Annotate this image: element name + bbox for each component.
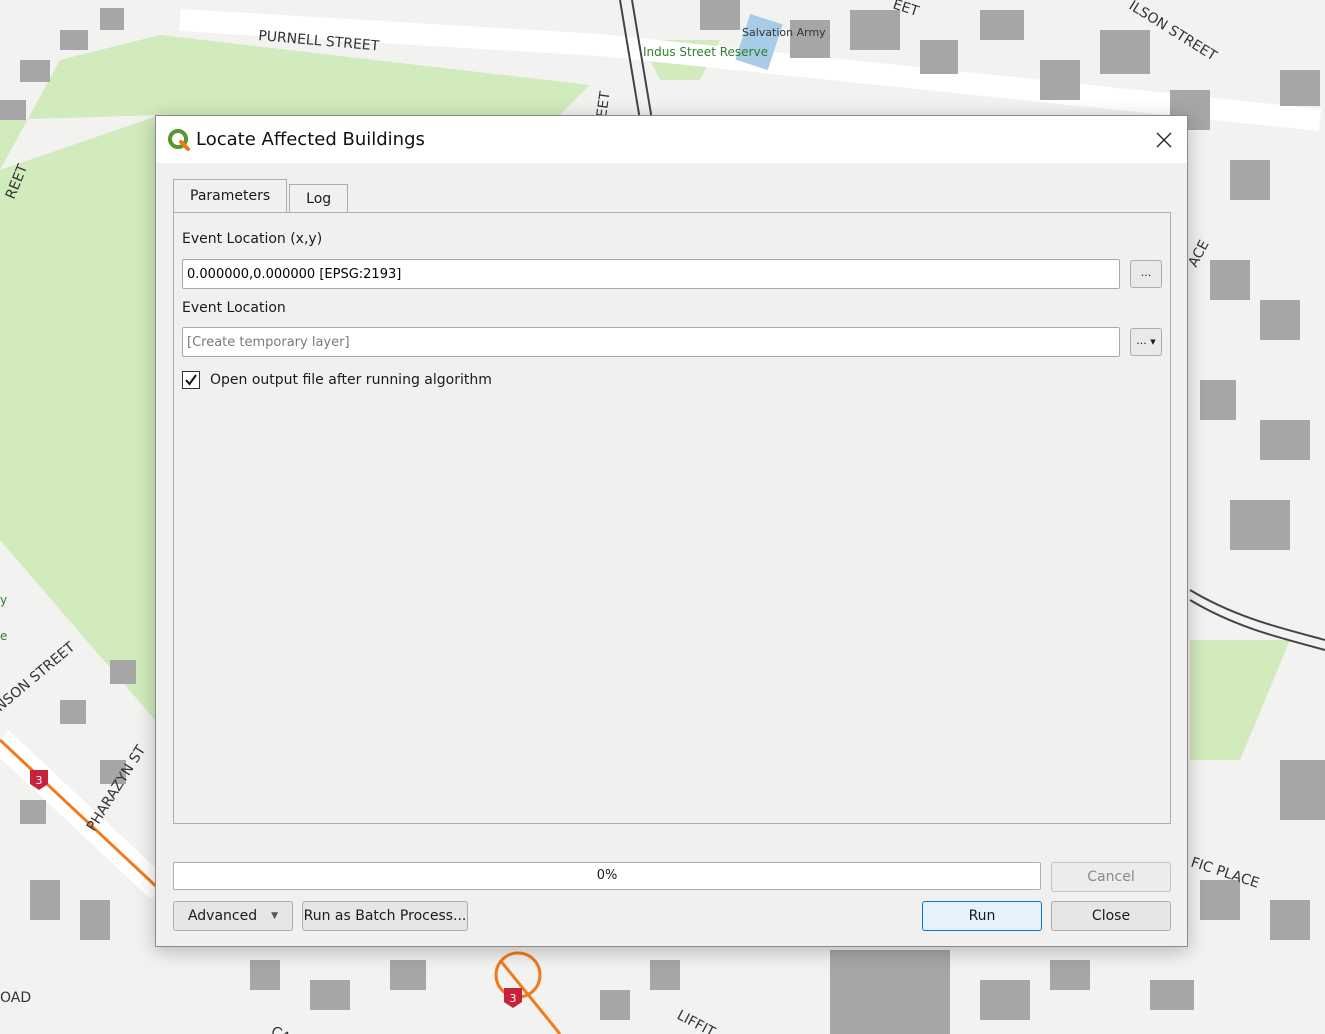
event-location-xy-label: Event Location (x,y) [182, 231, 323, 247]
event-location-xy-input[interactable] [182, 259, 1120, 289]
close-icon [1156, 132, 1172, 147]
tab-bar: Parameters Log [173, 179, 350, 212]
tab-log-label: Log [306, 190, 332, 207]
run-button[interactable]: Run [922, 901, 1042, 931]
map-street-label: OAD [0, 990, 31, 1006]
qgis-logo-icon [168, 128, 190, 151]
advanced-label: Advanced [187, 908, 258, 924]
advanced-button[interactable]: Advanced ▼ [173, 901, 293, 931]
open-output-checkbox[interactable] [182, 371, 200, 389]
parameters-panel: Event Location (x,y) ... Event Location … [173, 212, 1171, 824]
event-location-label: Event Location [182, 300, 286, 316]
run-as-batch-button[interactable]: Run as Batch Process... [302, 901, 468, 931]
checkmark-icon [185, 374, 197, 386]
svg-text:3: 3 [510, 992, 517, 1005]
event-location-xy-browse-button[interactable]: ... [1130, 260, 1162, 288]
map-poi-label: Indus Street Reserve [643, 45, 768, 59]
close-button[interactable]: Close [1051, 901, 1171, 931]
open-output-label: Open output file after running algorithm [210, 372, 492, 388]
output-browse-label: ... [1136, 334, 1147, 347]
map-poi-label: y [0, 593, 7, 607]
cancel-button[interactable]: Cancel [1051, 862, 1171, 892]
event-location-output-input[interactable] [182, 327, 1120, 357]
chevron-down-icon: ▼ [1150, 338, 1156, 346]
tab-log[interactable]: Log [289, 184, 349, 212]
svg-text:3: 3 [36, 774, 43, 787]
locate-affected-buildings-dialog: Locate Affected Buildings Parameters Log… [155, 115, 1188, 947]
tab-parameters-label: Parameters [190, 188, 271, 204]
map-poi-label: e [0, 629, 7, 643]
map-poi-label: Salvation Army [742, 26, 826, 39]
event-location-output-menu-button[interactable]: ... ▼ [1130, 328, 1162, 356]
close-window-button[interactable] [1141, 116, 1187, 163]
progress-bar: 0% [173, 862, 1041, 890]
progress-text: 0% [596, 868, 618, 883]
dialog-titlebar[interactable]: Locate Affected Buildings [156, 116, 1187, 163]
tab-parameters[interactable]: Parameters [173, 179, 288, 212]
dialog-title: Locate Affected Buildings [196, 129, 425, 150]
chevron-down-icon: ▼ [271, 911, 279, 921]
